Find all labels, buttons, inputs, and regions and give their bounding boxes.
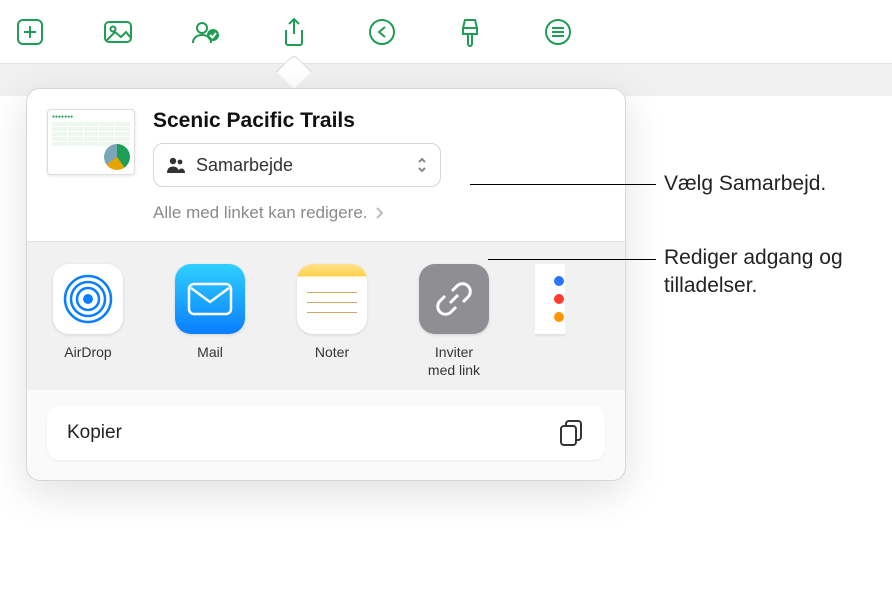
format-button[interactable] [450, 12, 490, 52]
share-target-label: På [535, 344, 565, 380]
share-popover: ●●●●●●● Scenic Pacific Trails Samarbejde [26, 88, 626, 481]
document-title: Scenic Pacific Trails [153, 109, 605, 133]
people-small-icon [166, 156, 186, 174]
share-target-airdrop[interactable]: AirDrop [47, 264, 129, 380]
permissions-text: Alle med linket kan redigere. [153, 203, 368, 223]
chevron-right-icon [374, 206, 384, 220]
share-target-invite-link[interactable]: Inviter med link [413, 264, 495, 380]
collaboration-mode-picker[interactable]: Samarbejde [153, 143, 441, 187]
insert-photo-button[interactable] [98, 12, 138, 52]
share-targets-row: AirDrop Mail Noter Invi [27, 242, 625, 390]
popover-header: ●●●●●●● Scenic Pacific Trails Samarbejde [27, 89, 625, 199]
callout-edit-access: Rediger adgang og tilladelser. [664, 244, 892, 301]
callout-line [470, 184, 656, 185]
callout-choose-collab: Vælg Samarbejd. [664, 170, 826, 198]
share-icon [280, 16, 308, 48]
collaborators-button[interactable] [186, 12, 226, 52]
toolbar [0, 0, 892, 64]
reminders-icon [535, 264, 565, 334]
link-icon [419, 264, 489, 334]
format-brush-icon [455, 16, 485, 48]
share-target-label: Mail [197, 344, 223, 380]
callout-line [488, 259, 656, 260]
copy-action-row[interactable]: Kopier [47, 406, 605, 460]
share-target-mail[interactable]: Mail [169, 264, 251, 380]
document-thumbnail: ●●●●●●● [47, 109, 135, 175]
add-button[interactable] [10, 12, 50, 52]
people-icon [190, 17, 222, 47]
more-button[interactable] [538, 12, 578, 52]
share-target-label: Inviter med link [428, 344, 480, 380]
airdrop-icon [53, 264, 123, 334]
mail-icon [175, 264, 245, 334]
add-square-icon [15, 17, 45, 47]
chevron-up-down-icon [416, 156, 428, 174]
share-target-label: AirDrop [64, 344, 111, 380]
photo-icon [102, 17, 134, 47]
permissions-row[interactable]: Alle med linket kan redigere. [27, 199, 625, 241]
share-target-reminders[interactable]: På [535, 264, 565, 380]
copy-label: Kopier [67, 422, 122, 444]
share-button[interactable] [274, 12, 314, 52]
undo-button[interactable] [362, 12, 402, 52]
collaboration-mode-label: Samarbejde [196, 155, 406, 176]
notes-icon [297, 264, 367, 334]
share-target-notes[interactable]: Noter [291, 264, 373, 380]
copy-icon [557, 418, 585, 448]
undo-icon [367, 17, 397, 47]
share-target-label: Noter [315, 344, 349, 380]
more-circle-icon [543, 17, 573, 47]
